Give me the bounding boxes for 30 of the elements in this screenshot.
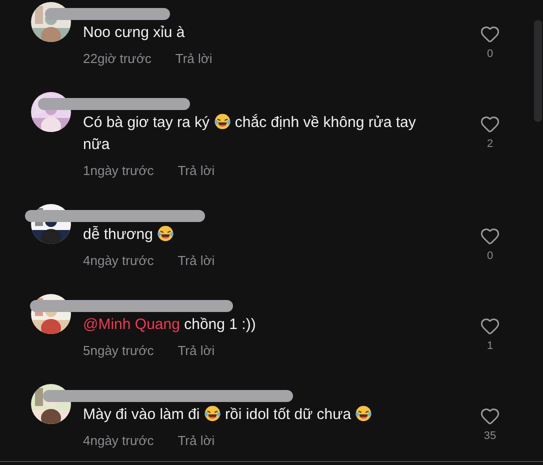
comment-time: 4ngày trước xyxy=(83,252,154,268)
like-heart-icon[interactable] xyxy=(480,24,500,44)
laughing-emoji-icon xyxy=(157,225,174,242)
comment-text: Mày đi vào làm đi rồi idol tốt dữ chưa xyxy=(83,404,440,426)
like-heart-icon[interactable] xyxy=(480,406,500,426)
like-heart-icon[interactable] xyxy=(480,316,500,336)
like-count: 35 xyxy=(484,430,496,442)
laughing-emoji-icon xyxy=(204,405,221,422)
like-heart-icon[interactable] xyxy=(480,226,500,246)
reply-link[interactable]: Trả lời xyxy=(175,50,212,66)
comment-text: Có bà giơ tay ra ký chắc định về không rửa tay nữa xyxy=(83,112,417,155)
laughing-emoji-icon xyxy=(214,113,231,130)
like-count: 0 xyxy=(486,250,494,262)
comment-text: Noo cưng xỉu à xyxy=(83,23,186,43)
comment-time: 1ngày trước xyxy=(83,162,154,178)
comment-time: 22giờ trước xyxy=(83,50,152,66)
laughing-emoji-icon xyxy=(355,405,372,422)
reply-link[interactable]: Trả lời xyxy=(178,162,215,178)
scrollbar-thumb[interactable] xyxy=(534,20,542,122)
comment-time: 4ngày trước xyxy=(83,432,154,448)
like-count: 1 xyxy=(486,340,494,352)
comment-time: 5ngày trước xyxy=(83,342,154,358)
reply-link[interactable]: Trả lời xyxy=(178,252,215,268)
reply-link[interactable]: Trả lời xyxy=(178,342,215,358)
comment-text: dễ thương xyxy=(83,224,440,246)
like-count: 2 xyxy=(486,138,494,150)
reply-link[interactable]: Trả lời xyxy=(178,432,215,448)
like-heart-icon[interactable] xyxy=(480,114,500,134)
like-count: 0 xyxy=(486,48,494,60)
comment-text: @Minh Quang chồng 1 :)) xyxy=(83,315,257,335)
